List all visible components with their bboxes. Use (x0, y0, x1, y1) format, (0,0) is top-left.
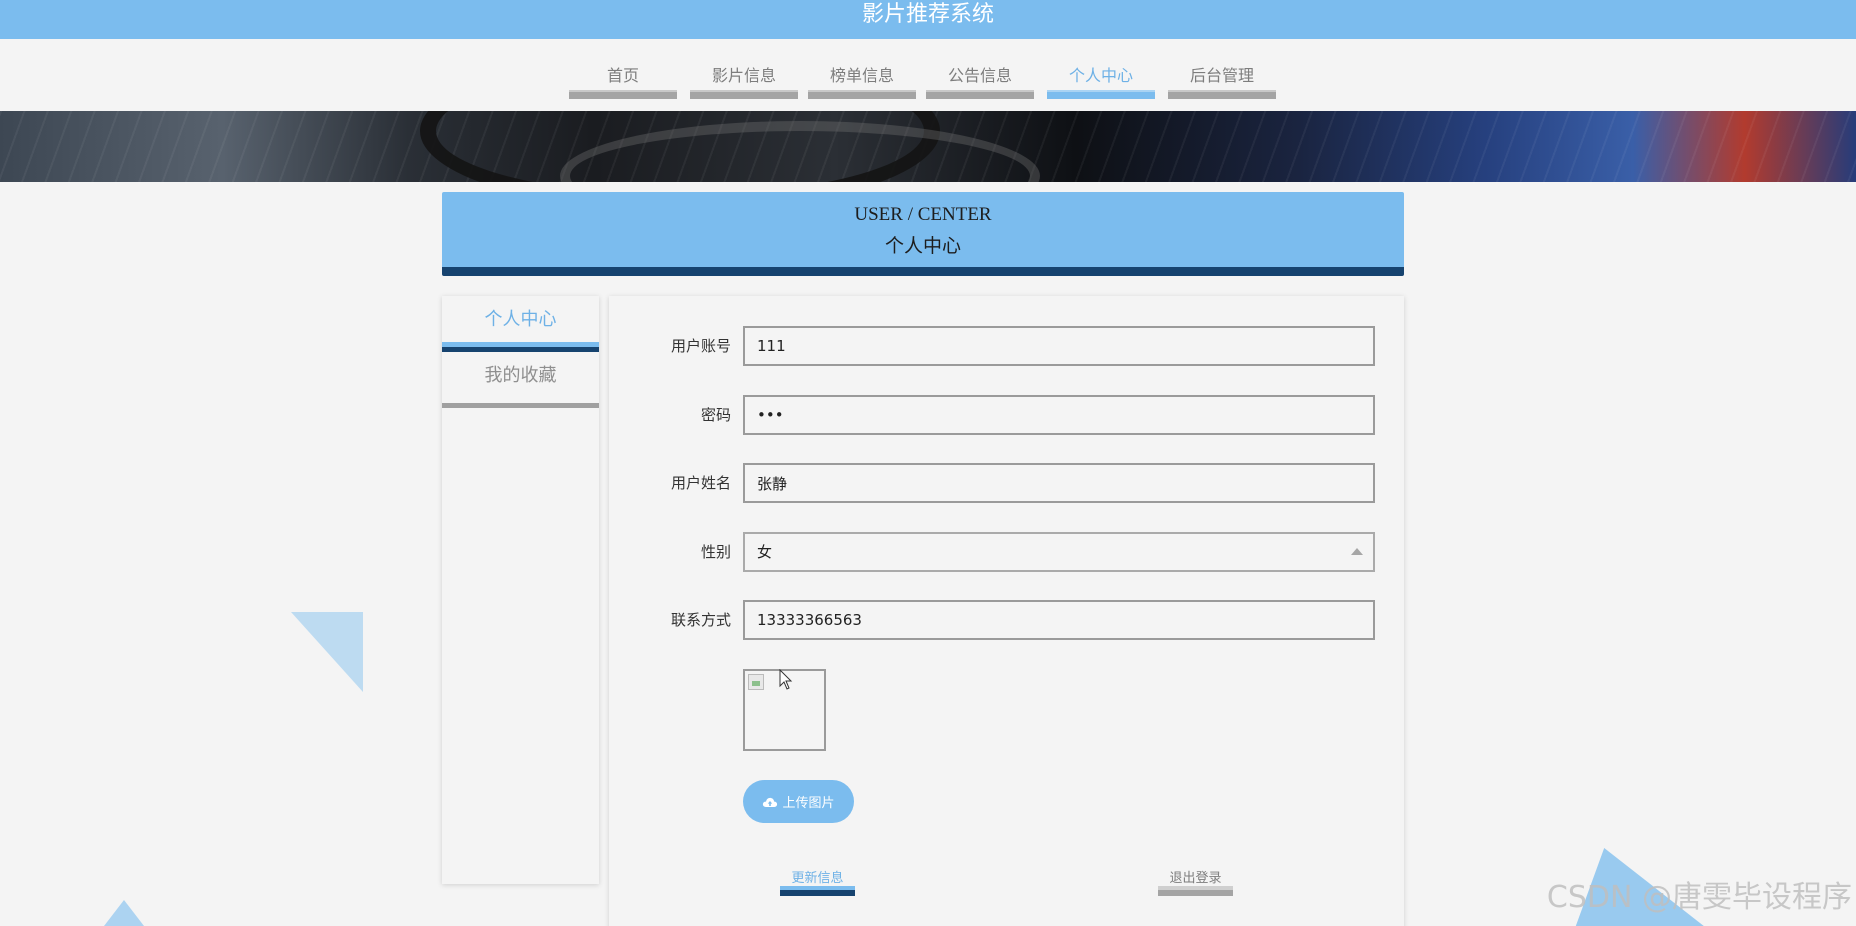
main-nav: 首页 影片信息 榜单信息 公告信息 个人中心 后台管理 (0, 39, 1856, 111)
nav-item-admin[interactable]: 后台管理 (1168, 63, 1276, 111)
username-label: 用户账号 (670, 337, 731, 355)
password-label: 密码 (700, 406, 731, 424)
form-row-name: 用户姓名 (609, 463, 1404, 503)
nav-item-label: 榜单信息 (829, 66, 894, 85)
cloud-upload-icon (763, 797, 778, 807)
nav-item-label: 个人中心 (1068, 66, 1133, 85)
update-info-button[interactable]: 更新信息 (780, 862, 855, 896)
form-row-password: 密码 (609, 395, 1404, 435)
user-form-panel: 用户账号 密码 用户姓名 性别 女 联系方式 上传图片 更新信息 (609, 296, 1404, 926)
name-field[interactable] (743, 463, 1375, 503)
section-title-cn: 个人中心 (884, 236, 961, 257)
app-title-bar: 影片推荐系统 (0, 0, 1856, 39)
form-row-username: 用户账号 (609, 326, 1404, 366)
hero-banner (0, 111, 1856, 182)
nav-item-label: 影片信息 (711, 66, 776, 85)
update-button-underline (780, 886, 855, 896)
side-item-label: 个人中心 (484, 309, 557, 330)
side-item-user-center[interactable]: 个人中心 (442, 296, 599, 352)
nav-underline (1168, 90, 1276, 99)
username-field[interactable] (743, 326, 1375, 366)
upload-image-button[interactable]: 上传图片 (743, 780, 854, 823)
form-row-gender: 性别 女 (609, 532, 1404, 572)
side-menu: 个人中心 我的收藏 (442, 296, 599, 884)
password-field[interactable] (743, 395, 1375, 435)
gender-select-value: 女 (757, 543, 773, 561)
gender-label: 性别 (700, 543, 731, 561)
nav-item-label: 首页 (606, 66, 639, 85)
nav-underline (926, 90, 1034, 99)
upload-button-label: 上传图片 (782, 796, 835, 811)
side-item-favorites[interactable]: 我的收藏 (442, 352, 599, 408)
side-item-underline (442, 342, 599, 352)
broken-image-icon (748, 674, 764, 690)
form-row-phone: 联系方式 (609, 600, 1404, 640)
side-item-label: 我的收藏 (484, 365, 557, 386)
nav-underline (1047, 90, 1155, 99)
section-title-en: USER / CENTER (854, 204, 992, 225)
decor-triangle (104, 900, 144, 926)
section-header: USER / CENTER 个人中心 (442, 192, 1404, 276)
nav-item-user-center[interactable]: 个人中心 (1047, 63, 1155, 111)
caret-up-icon (1351, 548, 1363, 555)
nav-item-announcements[interactable]: 公告信息 (926, 63, 1034, 111)
nav-underline (690, 90, 798, 99)
nav-underline (569, 90, 677, 99)
nav-item-rankings[interactable]: 榜单信息 (808, 63, 916, 111)
nav-item-home[interactable]: 首页 (569, 63, 677, 111)
side-item-underline (442, 403, 599, 408)
name-label: 用户姓名 (670, 474, 731, 492)
phone-field[interactable] (743, 600, 1375, 640)
gender-select[interactable]: 女 (743, 532, 1375, 572)
nav-item-label: 公告信息 (947, 66, 1012, 85)
app-title: 影片推荐系统 (861, 2, 994, 27)
mouse-cursor-icon (779, 669, 793, 690)
phone-label: 联系方式 (670, 611, 731, 629)
logout-button-underline (1158, 886, 1233, 896)
decor-triangle (291, 612, 363, 692)
watermark: CSDN @唐雯毕设程序 (1546, 880, 1852, 915)
logout-button[interactable]: 退出登录 (1158, 862, 1233, 896)
nav-item-label: 后台管理 (1189, 66, 1254, 85)
nav-underline (808, 90, 916, 99)
nav-item-movies[interactable]: 影片信息 (690, 63, 798, 111)
